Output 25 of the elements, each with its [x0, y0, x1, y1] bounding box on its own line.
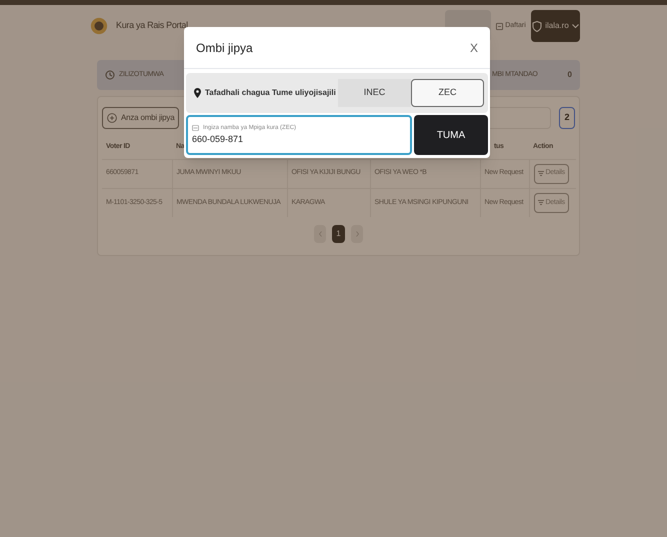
submit-button[interactable]: TUMA — [414, 115, 488, 155]
prompt-text: Tafadhali chagua Tume uliyojisajili — [205, 87, 336, 99]
shield-icon — [532, 20, 542, 32]
commission-toggle[interactable]: ZEC — [411, 79, 484, 107]
new-request-button[interactable]: Anza ombi jipya — [102, 107, 180, 129]
page-button[interactable]: 1 — [332, 225, 345, 243]
clock-icon — [105, 70, 115, 80]
chevron-right-icon — [356, 231, 358, 237]
id-card-icon — [192, 125, 199, 132]
location-pin-icon — [194, 88, 201, 98]
plus-circle-icon — [107, 113, 117, 123]
close-button[interactable]: X — [470, 38, 478, 56]
chevron-left-icon — [318, 231, 322, 237]
filter-icon — [538, 171, 544, 176]
modal-title: Ombi jipya — [196, 40, 253, 56]
stat-count: 0 — [568, 69, 572, 81]
chevron-down-icon — [572, 24, 579, 28]
page-size-button[interactable]: 2 — [559, 107, 575, 129]
user-menu-button[interactable]: ilala.ro — [531, 10, 580, 42]
commission-toggle[interactable]: INEC — [338, 79, 411, 107]
document-icon — [496, 22, 504, 30]
logo-icon — [90, 17, 108, 35]
filter-icon — [538, 200, 544, 206]
voter-number-input[interactable]: 660-059-871 — [192, 132, 406, 146]
portal-title: Kura ya Rais Portal — [116, 19, 188, 32]
